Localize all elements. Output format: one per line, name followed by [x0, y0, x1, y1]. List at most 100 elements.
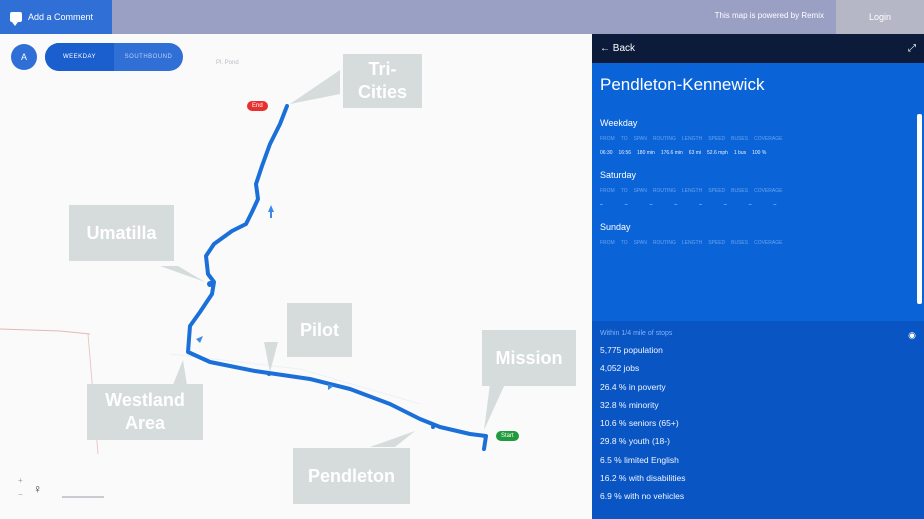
impact-list: 5,775 population 4,052 jobs 26.4 % in po…	[592, 341, 924, 506]
column-header: ROUTING	[652, 136, 676, 142]
schedule-value: 100 %	[752, 150, 767, 156]
schedule-header-row: FROM TO SPAN ROUTING LENGTH SPEED BUSES …	[600, 136, 924, 142]
column-header: LENGTH	[681, 240, 703, 246]
column-header: TO	[620, 136, 628, 142]
place-label-umatilla: Umatilla	[69, 205, 174, 261]
scale-bar	[62, 496, 104, 498]
direction-toggle[interactable]: WEEKDAY SOUTHBOUND	[45, 43, 183, 71]
map-faint-label: Pl. Pond	[216, 60, 239, 66]
column-header: COVERAGE	[754, 136, 783, 142]
schedule-value: –	[600, 202, 603, 208]
schedule-header-row: FROM TO SPAN ROUTING LENGTH SPEED BUSES …	[600, 188, 924, 194]
impact-item: 26.4 % in poverty	[600, 381, 666, 392]
schedule-section: Weekday FROM TO SPAN ROUTING LENGTH SPEE…	[592, 110, 924, 318]
schedule-value: 52.6 mph	[707, 150, 728, 156]
place-label-line: Cities	[357, 82, 408, 102]
weekday-title: Weekday	[600, 118, 638, 128]
expand-icon[interactable]: ⤢	[908, 43, 916, 54]
login-button[interactable]: Login	[836, 0, 924, 34]
column-header: BUSES	[731, 240, 749, 246]
schedule-value: 06:30	[600, 150, 613, 156]
column-header: SPEED	[708, 240, 726, 246]
impact-item: 29.8 % youth (18-)	[600, 436, 670, 447]
zoom-out-icon[interactable]: −	[18, 490, 23, 499]
comment-icon	[10, 12, 22, 26]
street-view-icon[interactable]: ♀	[33, 482, 42, 496]
schedule-value: –	[723, 202, 727, 208]
route-panel: ← Back ⤢ Pendleton-Kennewick Weekday FRO…	[592, 34, 924, 519]
saturday-block: Saturday FROM TO SPAN ROUTING LENGTH SPE…	[600, 170, 924, 208]
route-line	[186, 104, 488, 451]
weekday-block: Weekday FROM TO SPAN ROUTING LENGTH SPEE…	[600, 118, 924, 156]
column-header: SPAN	[633, 188, 647, 194]
column-header: TO	[620, 188, 628, 194]
impact-item: 32.8 % minority	[600, 399, 659, 410]
place-label-westland-area: Westland Area	[87, 384, 203, 440]
column-header: SPAN	[633, 240, 647, 246]
impact-item: 6.5 % limited English	[600, 454, 679, 465]
back-label: Back	[612, 43, 636, 54]
top-bar: Add a Comment This map is powered by Rem…	[0, 0, 924, 34]
zoom-in-icon[interactable]: +	[18, 476, 23, 485]
map-svg	[0, 70, 505, 455]
schedule-value: 1 bus	[733, 150, 747, 156]
schedule-value: 180 min	[637, 150, 655, 156]
place-label-pendleton: Pendleton	[293, 448, 410, 504]
column-header: COVERAGE	[754, 188, 783, 194]
column-header: TO	[620, 240, 628, 246]
schedule-value: –	[699, 202, 702, 208]
column-header: LENGTH	[681, 136, 703, 142]
impact-title: Within 1/4 mile of stops	[600, 330, 673, 337]
sunday-title: Sunday	[600, 222, 631, 232]
start-pin[interactable]: Start	[496, 431, 519, 441]
column-header: LENGTH	[681, 188, 703, 194]
back-arrow-icon: ←	[600, 43, 610, 54]
column-header: SPEED	[708, 188, 726, 194]
place-label-line: Westland	[105, 390, 185, 410]
sunday-block: Sunday FROM TO SPAN ROUTING LENGTH SPEED…	[600, 222, 924, 246]
end-pin[interactable]: End	[247, 101, 268, 111]
impact-item: 16.2 % with disabilities	[600, 473, 686, 484]
schedule-header-row: FROM TO SPAN ROUTING LENGTH SPEED BUSES …	[600, 240, 924, 246]
place-label-pilot: Pilot	[287, 303, 352, 357]
schedule-value: –	[674, 202, 678, 208]
column-header: COVERAGE	[754, 240, 783, 246]
add-comment-button[interactable]: Add a Comment	[0, 0, 112, 34]
column-header: ROUTING	[652, 188, 676, 194]
route-title: Pendleton-Kennewick	[600, 75, 765, 94]
column-header: BUSES	[731, 136, 749, 142]
direction-option-active[interactable]: WEEKDAY	[45, 43, 114, 71]
impact-item: 10.6 % seniors (65+)	[600, 418, 679, 429]
column-header: FROM	[600, 188, 615, 194]
place-label-line: Tri-	[368, 59, 397, 79]
schedule-value: –	[649, 202, 653, 208]
place-label-line: Area	[124, 413, 166, 433]
schedule-value: –	[773, 202, 777, 208]
schedule-value-row: – – – – – – – –	[600, 202, 924, 208]
impact-item: 6.9 % with no vehicles	[600, 491, 685, 502]
impact-item: 4,052 jobs	[600, 363, 640, 374]
impact-section: Within 1/4 mile of stops ◉ 5,775 populat…	[592, 321, 924, 519]
panel-header: ← Back ⤢	[592, 34, 924, 63]
schedule-value: 176.6 min	[660, 150, 683, 156]
schedule-value: 16:56	[618, 150, 632, 156]
schedule-scrollbar[interactable]	[917, 114, 922, 304]
schedule-value: 63 mi	[688, 150, 702, 156]
powered-by-text[interactable]: This map is powered by Remix	[715, 11, 824, 20]
back-button[interactable]: ← Back	[600, 43, 635, 54]
place-label-tri-cities: Tri- Cities	[343, 54, 422, 108]
eye-icon[interactable]: ◉	[908, 330, 916, 341]
zoom-button[interactable]: A	[11, 44, 37, 70]
direction-option-inactive[interactable]: SOUTHBOUND	[114, 43, 183, 71]
column-header: ROUTING	[652, 240, 676, 246]
add-comment-label: Add a Comment	[28, 12, 94, 22]
map-canvas[interactable]: A WEEKDAY SOUTHBOUND Pl. Pond Tri- Citie…	[0, 34, 592, 519]
column-header: SPAN	[633, 136, 647, 142]
schedule-value: –	[624, 202, 628, 208]
column-header: FROM	[600, 240, 615, 246]
impact-item: 5,775 population	[600, 345, 663, 355]
place-label-mission: Mission	[482, 330, 576, 386]
column-header: FROM	[600, 136, 615, 142]
schedule-value-row: 06:30 16:56 180 min 176.6 min 63 mi 52.6…	[600, 150, 924, 156]
saturday-title: Saturday	[600, 170, 637, 180]
